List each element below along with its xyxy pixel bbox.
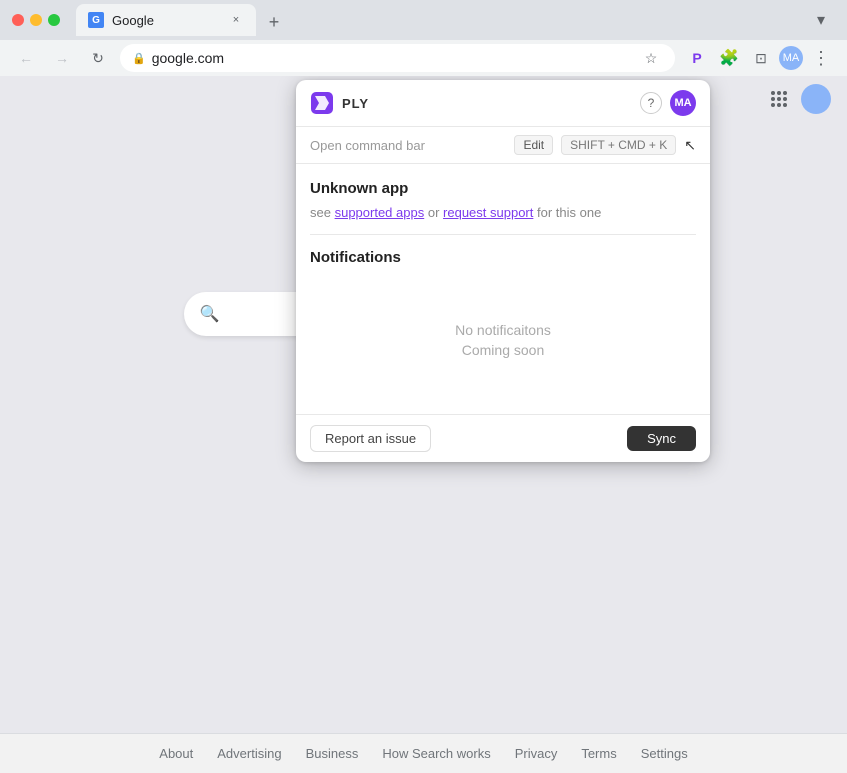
- subtitle-or-text: or: [428, 205, 440, 220]
- minimize-window-button[interactable]: [30, 14, 42, 26]
- ply-edit-button[interactable]: Edit: [514, 135, 553, 155]
- ply-footer: Report an issue Sync: [296, 414, 710, 462]
- title-bar: G Google × + ▾: [0, 0, 847, 40]
- ply-popup: PLY ? MA Open command bar Edit SHIFT + C…: [296, 80, 710, 462]
- back-button[interactable]: ←: [12, 44, 40, 72]
- tab-bar: G Google × +: [76, 4, 799, 36]
- google-footer: About Advertising Business How Search wo…: [0, 733, 847, 773]
- tab-dropdown-button[interactable]: ▾: [807, 6, 835, 34]
- footer-terms-link[interactable]: Terms: [581, 746, 616, 761]
- bookmark-icon[interactable]: ☆: [639, 46, 663, 70]
- ply-logo-icon: [311, 92, 333, 114]
- forward-button[interactable]: →: [48, 44, 76, 72]
- footer-about-link[interactable]: About: [159, 746, 193, 761]
- browser-frame: G Google × + ▾ ← → ↻ 🔒 google.com ☆ P 🧩 …: [0, 0, 847, 773]
- search-icon: 🔍: [200, 304, 220, 324]
- lock-icon: 🔒: [132, 52, 146, 65]
- ply-help-button[interactable]: ?: [640, 92, 662, 114]
- close-window-button[interactable]: [12, 14, 24, 26]
- sync-button[interactable]: Sync: [627, 426, 696, 451]
- ply-user-avatar[interactable]: MA: [670, 90, 696, 116]
- notifications-empty: No notificaitons Coming soon: [310, 282, 696, 398]
- unknown-app-subtitle: see supported apps or request support fo…: [310, 205, 696, 220]
- toolbar-actions: P 🧩 ⊡ MA ⋮: [683, 44, 835, 72]
- split-view-button[interactable]: ⊡: [747, 44, 775, 72]
- notifications-title: Notifications: [310, 249, 696, 266]
- footer-privacy-link[interactable]: Privacy: [515, 746, 558, 761]
- reload-button[interactable]: ↻: [84, 44, 112, 72]
- ply-header: PLY ? MA: [296, 80, 710, 127]
- footer-how-search-works-link[interactable]: How Search works: [382, 746, 490, 761]
- tab-title: Google: [112, 13, 220, 28]
- ply-logo: [310, 91, 334, 115]
- url-bar[interactable]: 🔒 google.com ☆: [120, 44, 675, 72]
- address-bar: ← → ↻ 🔒 google.com ☆ P 🧩 ⊡ MA ⋮: [0, 40, 847, 76]
- apps-grid-icon: [771, 91, 787, 107]
- notifications-empty-line1: No notificaitons: [455, 322, 551, 338]
- ply-divider: [310, 234, 696, 235]
- url-text: google.com: [152, 50, 633, 66]
- request-support-link[interactable]: request support: [443, 205, 533, 220]
- footer-advertising-link[interactable]: Advertising: [217, 746, 281, 761]
- ply-brand-label: PLY: [342, 96, 369, 111]
- subtitle-see-text: see: [310, 205, 331, 220]
- ply-shortcut-label: SHIFT + CMD + K: [561, 135, 676, 155]
- ply-extension-button[interactable]: P: [683, 44, 711, 72]
- report-issue-button[interactable]: Report an issue: [310, 425, 431, 452]
- ply-command-bar: Open command bar Edit SHIFT + CMD + K ↖: [296, 127, 710, 164]
- supported-apps-link[interactable]: supported apps: [335, 205, 425, 220]
- extensions-button[interactable]: 🧩: [715, 44, 743, 72]
- url-actions: ☆: [639, 46, 663, 70]
- page-content: Google 🔍 About Advertising Business How …: [0, 76, 847, 773]
- new-tab-button[interactable]: +: [260, 8, 288, 36]
- footer-business-link[interactable]: Business: [306, 746, 359, 761]
- profile-avatar[interactable]: MA: [779, 46, 803, 70]
- google-profile-button[interactable]: [801, 84, 831, 114]
- subtitle-for-text: for this one: [537, 205, 601, 220]
- notifications-empty-line2: Coming soon: [462, 342, 545, 358]
- active-tab[interactable]: G Google ×: [76, 4, 256, 36]
- footer-settings-link[interactable]: Settings: [641, 746, 688, 761]
- tab-favicon: G: [88, 12, 104, 28]
- ply-body: Unknown app see supported apps or reques…: [296, 164, 710, 414]
- unknown-app-title: Unknown app: [310, 180, 696, 197]
- tab-close-button[interactable]: ×: [228, 12, 244, 28]
- google-apps-button[interactable]: [765, 85, 793, 113]
- unknown-app-section: Unknown app see supported apps or reques…: [310, 180, 696, 220]
- cursor-icon: ↖: [684, 137, 696, 154]
- traffic-lights: [12, 14, 60, 26]
- maximize-window-button[interactable]: [48, 14, 60, 26]
- ply-command-placeholder[interactable]: Open command bar: [310, 138, 506, 153]
- more-options-button[interactable]: ⋮: [807, 44, 835, 72]
- notifications-section: Notifications No notificaitons Coming so…: [310, 249, 696, 398]
